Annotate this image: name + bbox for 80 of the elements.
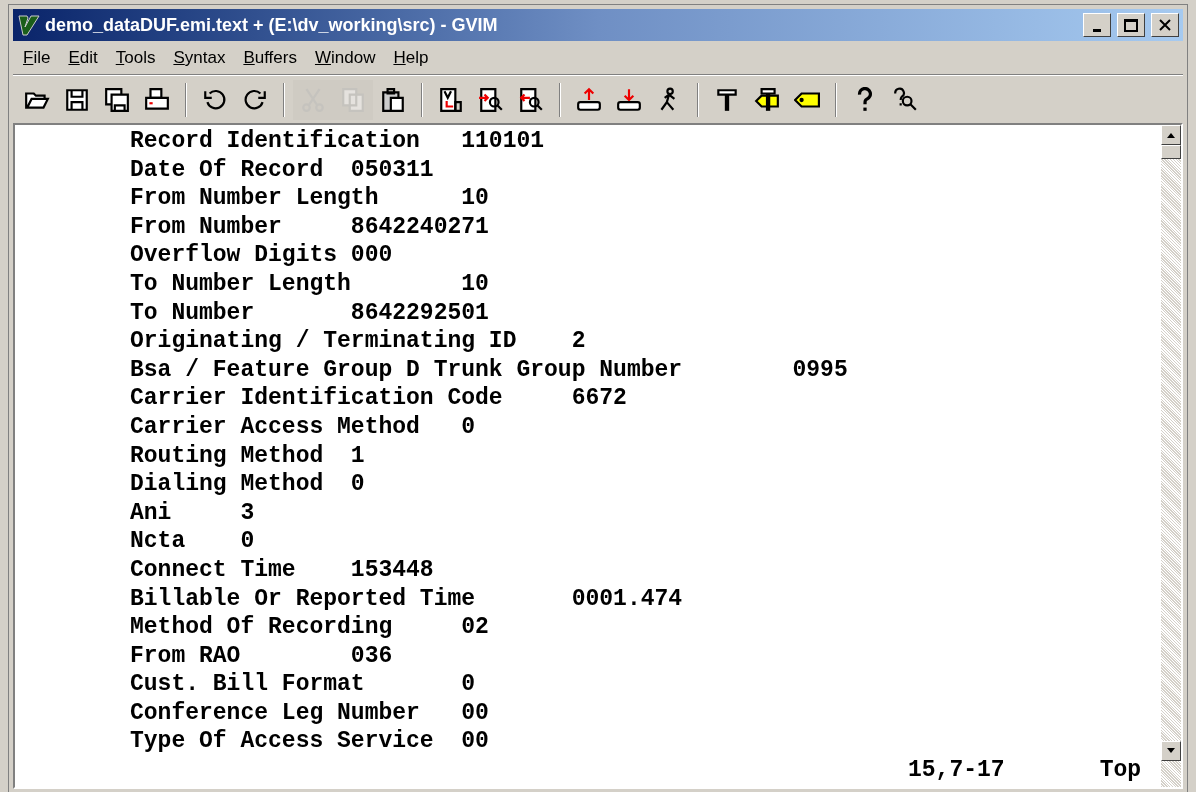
field-value: 0 [240, 527, 255, 556]
menu-item[interactable]: Tools [109, 44, 162, 71]
field-label: Date Of Record [130, 155, 324, 185]
maximize-button[interactable] [1117, 13, 1145, 37]
vim-logo-icon [17, 13, 41, 37]
field-label: From Number [130, 212, 282, 242]
field-label: Type Of Access Service [130, 727, 434, 757]
vertical-scrollbar[interactable] [1161, 125, 1181, 787]
clipboard-icon [380, 86, 406, 113]
field-label: Carrier Identification Code [130, 384, 503, 413]
menu-item[interactable]: Window [308, 44, 382, 71]
text-editor[interactable] [15, 125, 1161, 787]
field-value: 00 [461, 698, 489, 728]
field-label: To Number [130, 298, 255, 328]
field-value: 3 [240, 498, 255, 528]
question-magnifier-icon [892, 86, 918, 113]
menu-item[interactable]: File [17, 44, 57, 71]
page-arrow-magnifier-icon [478, 86, 504, 113]
field-value: 10 [461, 184, 489, 213]
field-value: 1 [350, 441, 365, 471]
field-label: Originating / Terminating ID [130, 327, 517, 356]
field-label: Conference Leg Number [130, 698, 420, 728]
drive-down-arrow-icon [616, 86, 642, 113]
printer-icon [144, 86, 170, 113]
menu-item[interactable]: Buffers [237, 44, 303, 71]
field-label: Connect Time [130, 555, 296, 585]
cursor-position: 15,7-17 [908, 756, 1005, 785]
field-value: 0 [350, 470, 365, 499]
field-label: From Number Length [130, 184, 379, 213]
field-value: 153448 [350, 555, 434, 585]
menu-item[interactable]: Syntax [167, 44, 232, 71]
close-button[interactable] [1151, 13, 1179, 37]
scroll-thumb[interactable] [1161, 145, 1181, 159]
field-label: From RAO [130, 641, 241, 671]
field-value: 00 [461, 727, 489, 757]
field-value: 2 [571, 327, 586, 356]
scroll-down-button[interactable] [1161, 740, 1181, 761]
field-label: Cust. Bill Format [130, 670, 365, 699]
window-title: demo_dataDUF.emi.text + (E:\dv_working\src) - GVIM [45, 13, 499, 37]
hammer-tag-icon [754, 86, 780, 113]
field-value: 10 [461, 269, 489, 299]
field-value: 0 [461, 412, 476, 442]
close-icon [1158, 18, 1172, 32]
field-value: 0995 [792, 355, 848, 385]
scroll-position: Top [1099, 756, 1142, 785]
field-value: 02 [461, 613, 489, 642]
field-value: 0001.474 [571, 584, 683, 614]
field-value: 000 [350, 241, 393, 270]
field-label: Billable Or Reported Time [130, 584, 476, 614]
minimize-button[interactable] [1083, 13, 1111, 37]
copy-icon [340, 86, 366, 113]
field-label: Ani [130, 498, 172, 528]
field-label: Overflow Digits [130, 241, 338, 270]
field-label: Carrier Access Method [130, 412, 420, 442]
field-label: To Number Length [130, 269, 351, 299]
field-value: 050311 [350, 155, 434, 185]
field-value: 0 [461, 670, 476, 699]
field-value: 8642292501 [350, 298, 489, 328]
down-triangle-icon [1167, 748, 1175, 754]
field-label: Dialing Method [130, 470, 324, 499]
menu-item[interactable]: Help [387, 44, 435, 71]
letters-swap-icon [438, 86, 464, 113]
maximize-icon [1124, 18, 1138, 32]
field-value: 6672 [571, 384, 627, 413]
menu-item[interactable]: Edit [62, 44, 104, 71]
minimize-icon [1093, 28, 1101, 32]
page-arrow-magnifier-icon [518, 86, 544, 113]
up-triangle-icon [1167, 132, 1175, 138]
field-label: Bsa / Feature Group D Trunk Group Number [130, 355, 683, 385]
field-value: 8642240271 [350, 212, 489, 242]
scroll-up-button[interactable] [1161, 125, 1181, 145]
field-value: 110101 [461, 127, 545, 156]
hammer-icon [714, 86, 740, 113]
floppy-disks-icon [104, 86, 130, 113]
field-label: Method Of Recording [130, 613, 393, 642]
field-label: Routing Method [130, 441, 324, 471]
field-label: Ncta [130, 527, 186, 556]
field-label: Record Identification [130, 127, 420, 156]
drive-up-arrow-icon [576, 86, 602, 113]
field-value: 036 [350, 641, 393, 671]
